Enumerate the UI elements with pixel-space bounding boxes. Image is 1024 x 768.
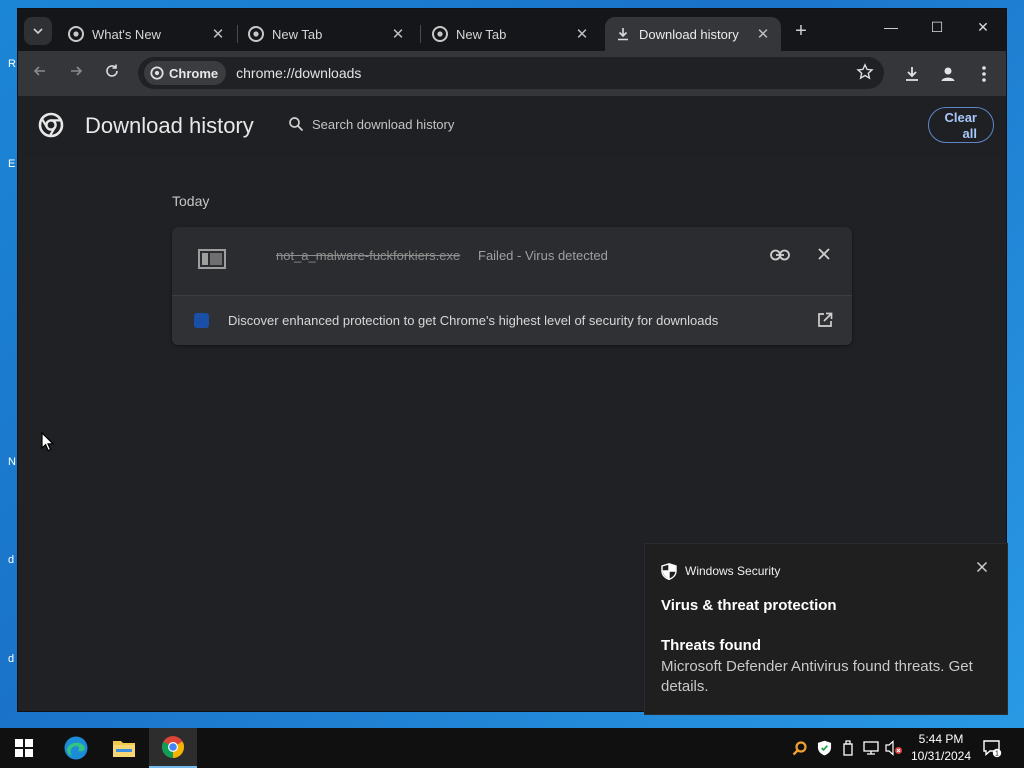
folder-icon [113,741,135,757]
promo-text: Discover enhanced protection to get Chro… [228,313,719,328]
tab-close-button[interactable]: ✕ [390,25,406,43]
file-icon [198,249,226,269]
clear-all-label: Clear [944,110,977,125]
tab-title: Download history [639,26,739,42]
search-icon [288,116,304,132]
tab-divider [420,25,421,43]
chrome-icon [248,26,264,42]
search-input[interactable]: Search download history [312,117,454,132]
reload-button[interactable] [102,63,122,83]
page-title: Download history [85,113,254,138]
usb-device-icon[interactable] [839,739,857,757]
toast-subheading: Threats found [661,637,761,654]
tab-whats-new[interactable]: What's New ✕ [58,17,236,51]
browser-toolbar: Chrome chrome://downloads [18,51,1006,96]
site-chip-label: Chrome [169,65,219,81]
tab-strip: What's New ✕ New Tab ✕ New Tab ✕ Downloa… [18,9,1006,51]
taskbar-clock-time[interactable]: 5:44 PM [912,732,970,746]
tab-download-history[interactable]: Download history ✕ [605,17,781,51]
enhanced-protection-promo[interactable]: Discover enhanced protection to get Chro… [172,296,852,345]
chrome-icon [68,26,84,42]
chrome-menu-button[interactable] [973,63,995,85]
search-downloads[interactable]: Search download history [288,116,454,132]
notification-count: 1 [995,751,999,758]
site-info-chip[interactable]: Chrome [144,61,227,85]
download-file-name[interactable]: not_a_malware-fuckforkiers.exe [276,248,460,263]
windows-logo-icon [15,739,33,757]
tab-close-button[interactable]: ✕ [755,25,771,43]
close-icon [976,561,988,573]
toast-app-name: Windows Security [685,564,781,578]
downloads-header: Download history Search download history… [18,96,1006,156]
chevron-down-icon [33,28,43,35]
open-external-icon[interactable] [816,311,834,329]
tab-close-button[interactable]: ✕ [210,25,226,43]
tab-new-tab[interactable]: New Tab ✕ [238,17,416,51]
mouse-cursor-icon [41,432,55,452]
clear-all-button[interactable]: Clear all [928,107,994,143]
windows-taskbar: 5:44 PM 10/31/2024 1 [0,728,1024,768]
download-status: Failed - Virus detected [478,248,608,263]
tab-new-tab-2[interactable]: New Tab ✕ [422,17,600,51]
bookmark-star-icon[interactable] [856,63,874,86]
address-bar[interactable]: Chrome chrome://downloads [138,57,884,89]
edge-icon [64,736,88,760]
back-button[interactable] [30,63,50,83]
chrome-logo-icon [38,112,64,138]
chrome-icon [150,66,164,80]
windows-security-tray-icon[interactable] [815,739,833,757]
arrow-left-icon [33,66,45,76]
clear-all-label: all [962,126,977,141]
forward-button[interactable] [66,63,86,83]
downloads-button[interactable] [901,63,923,85]
profile-button[interactable] [937,63,959,85]
link-icon [770,249,790,261]
toast-close-button[interactable] [973,560,991,578]
taskbar-chrome[interactable] [149,728,197,768]
tab-close-button[interactable]: ✕ [574,25,590,43]
toast-body: Microsoft Defender Antivirus found threa… [661,658,973,695]
volume-muted-icon[interactable] [885,739,903,757]
search-tray-icon[interactable] [791,739,809,757]
arrow-right-icon [71,66,83,76]
reload-icon [106,64,118,77]
chrome-icon [162,736,184,758]
taskbar-file-explorer[interactable] [100,728,148,768]
toast-heading: Virus & threat protection [661,597,837,614]
action-center-button[interactable]: 1 [982,738,1002,758]
start-button[interactable] [0,728,48,768]
notification-icon: 1 [983,740,1002,758]
profile-icon [941,67,955,81]
download-icon [615,26,631,42]
shield-icon [661,563,677,580]
shield-icon [194,313,209,328]
url-text[interactable]: chrome://downloads [236,65,361,81]
maximize-button[interactable]: ☐ [914,19,960,41]
tab-title: New Tab [272,26,323,42]
minimize-button[interactable]: — [868,19,914,41]
kebab-menu-icon [982,66,986,82]
tab-title: New Tab [456,26,507,42]
date-heading: Today [172,193,210,209]
taskbar-edge[interactable] [52,728,100,768]
close-window-button[interactable]: ✕ [960,19,1006,41]
remove-from-list-button[interactable] [813,244,835,266]
windows-security-toast[interactable]: Windows Security Virus & threat protecti… [644,543,1008,715]
new-tab-button[interactable]: + [790,20,812,43]
tab-search-button[interactable] [24,17,52,45]
tab-title: What's New [92,26,161,42]
taskbar-clock-date[interactable]: 10/31/2024 [906,749,976,763]
download-item-card: not_a_malware-fuckforkiers.exe Failed - … [172,227,852,345]
copy-link-button[interactable] [768,244,792,266]
network-icon[interactable] [862,739,880,757]
close-icon [818,248,830,260]
chrome-icon [432,26,448,42]
download-icon [906,67,918,81]
